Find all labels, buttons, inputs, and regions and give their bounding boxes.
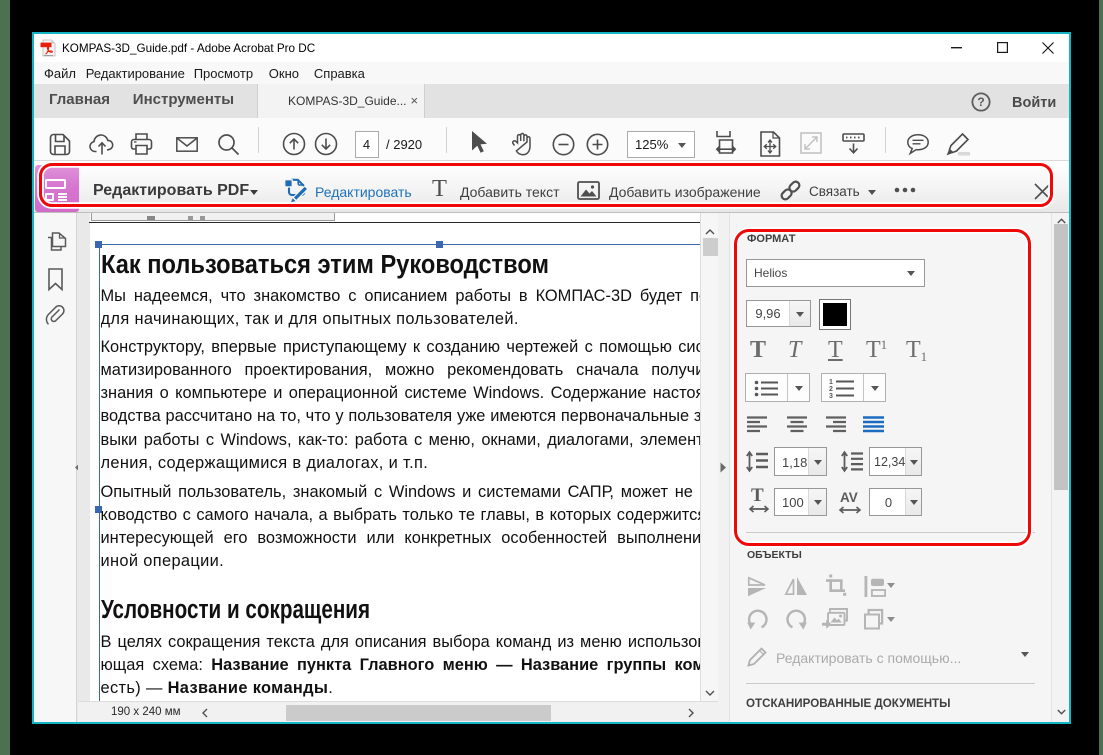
svg-text:?: ? xyxy=(977,95,984,109)
